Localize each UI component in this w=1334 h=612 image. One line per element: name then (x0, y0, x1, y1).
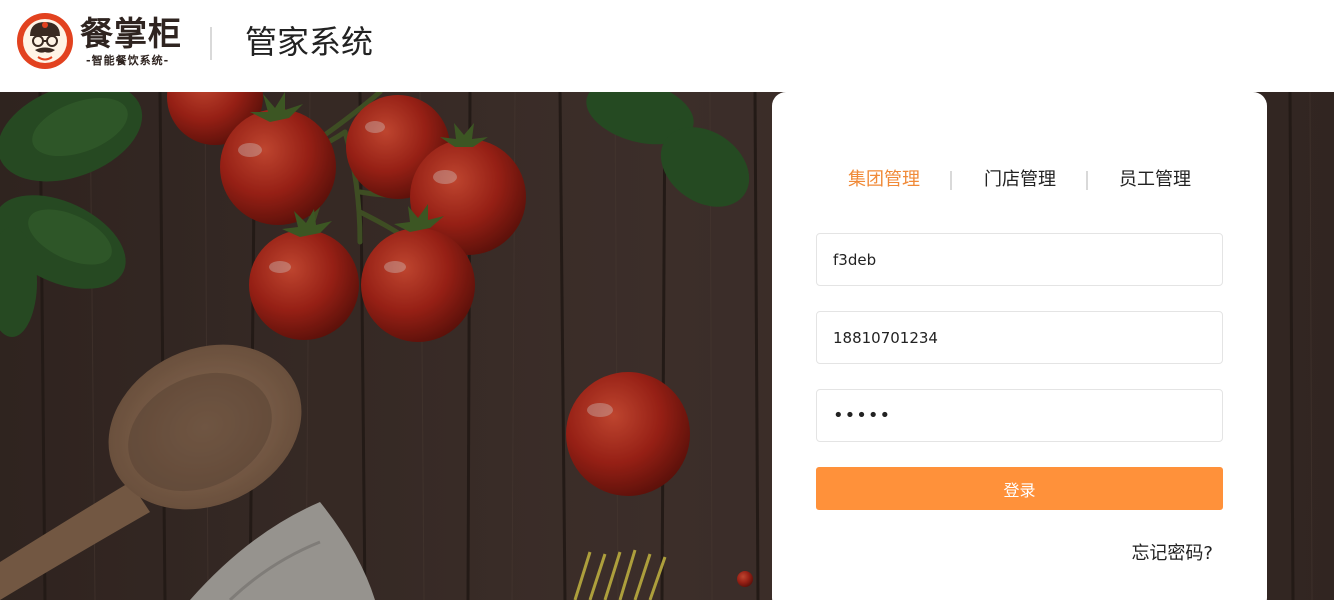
system-title: 管家系统 (245, 23, 374, 61)
tab-divider (950, 171, 952, 190)
login-button[interactable]: 登录 (816, 467, 1223, 510)
tab-store-management[interactable]: 门店管理 (984, 168, 1056, 192)
password-input[interactable] (816, 389, 1223, 442)
forgot-password-link[interactable]: 忘记密码? (1131, 542, 1213, 566)
phone-input[interactable] (816, 311, 1223, 364)
chef-mascot-icon[interactable] (16, 12, 74, 70)
header-divider (210, 27, 212, 60)
login-card: 集团管理 门店管理 员工管理 登录 忘记密码? (772, 92, 1267, 612)
merchant-code-input[interactable] (816, 233, 1223, 286)
tab-group-management[interactable]: 集团管理 (848, 168, 920, 192)
logo-text: 餐掌柜 (80, 14, 182, 53)
login-tabs: 集团管理 门店管理 员工管理 (816, 168, 1223, 192)
logo-slogan: -智能餐饮系统- (86, 54, 170, 67)
tab-staff-management[interactable]: 员工管理 (1119, 168, 1191, 192)
top-header: 餐掌柜 -智能餐饮系统- 管家系统 (0, 0, 1334, 92)
tab-divider (1086, 171, 1088, 190)
